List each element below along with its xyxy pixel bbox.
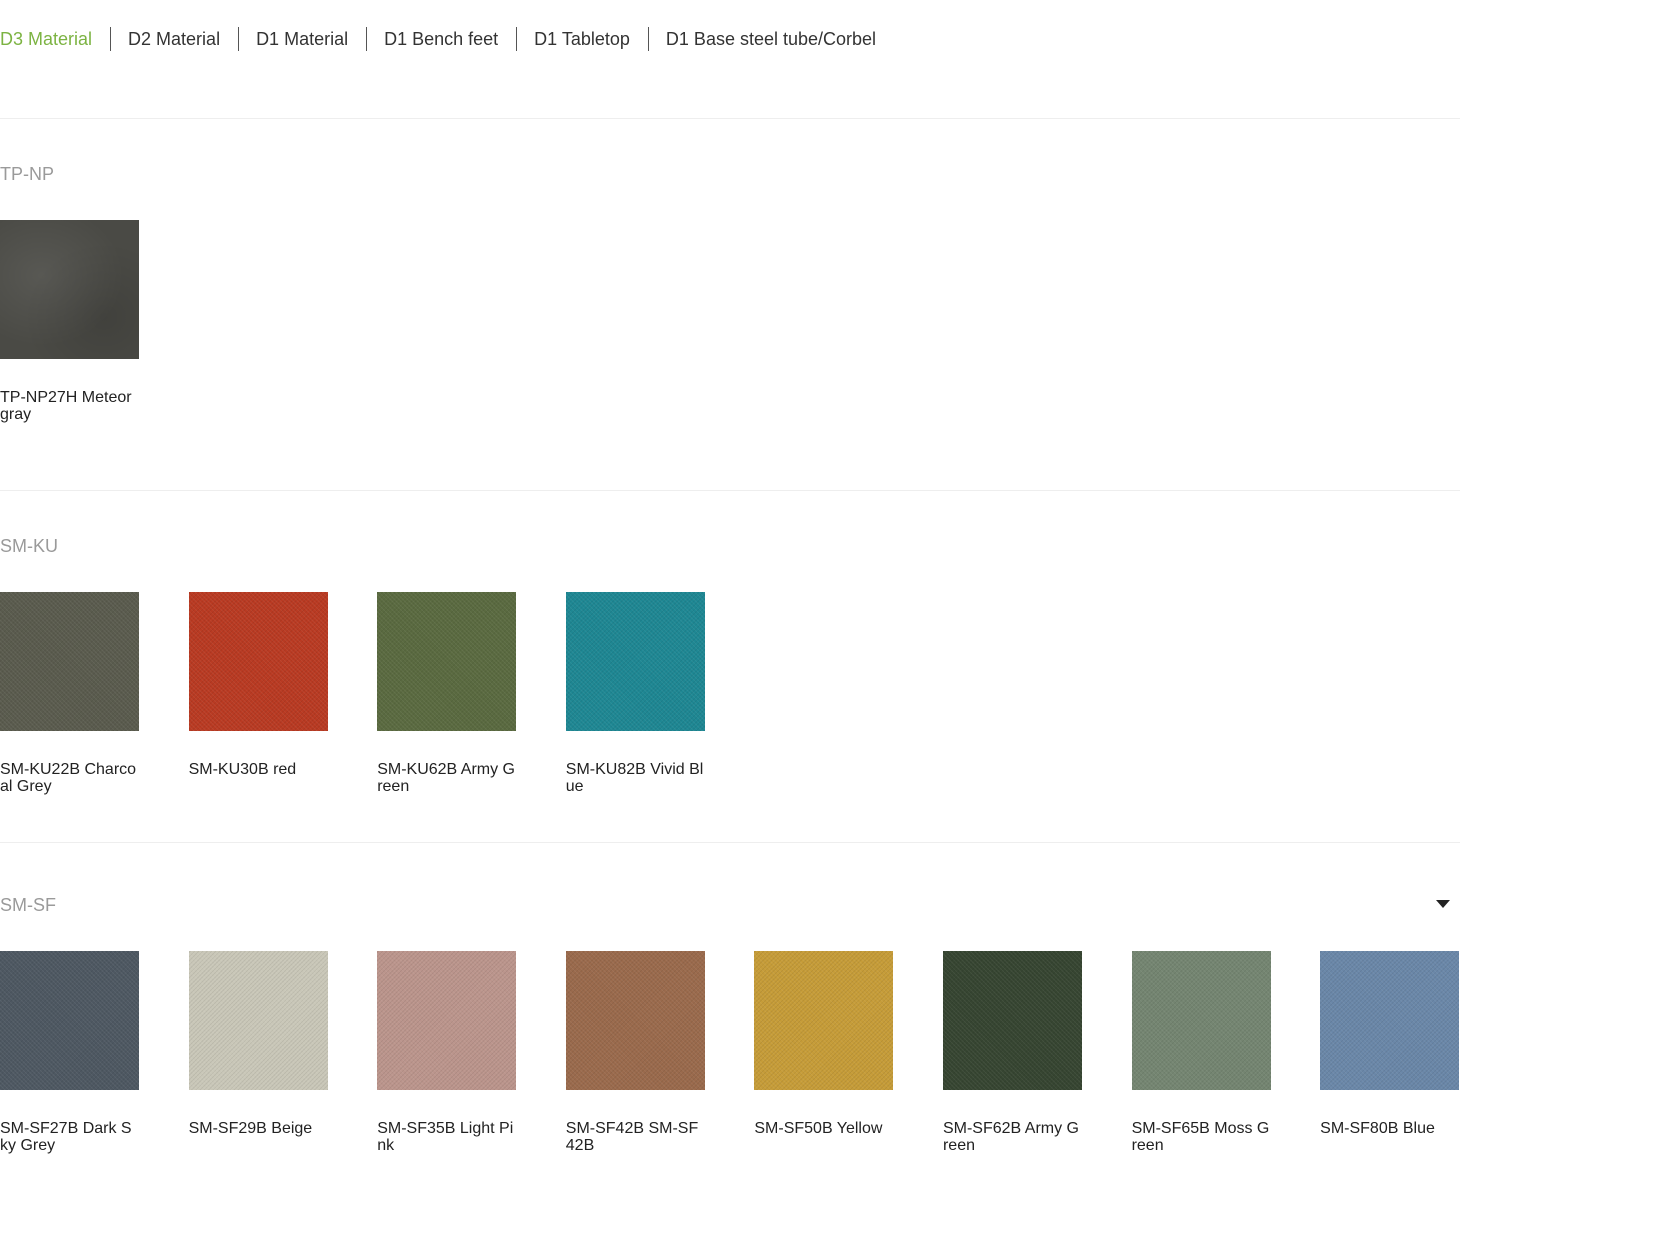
material-tabs: D3 Material D2 Material D1 Material D1 B… (0, 24, 876, 54)
fabric-swatch[interactable] (0, 951, 139, 1090)
swatch-label: SM-SF29B Beige (188, 1120, 313, 1137)
swatch-label: SM-SF42B SM-SF42B (565, 1120, 699, 1154)
swatch-item[interactable]: SM-SF50B Yellow (754, 951, 894, 1154)
swatch-label: SM-SF62B Army Green (942, 1120, 1079, 1154)
swatch-label: SM-KU62B Army Green (377, 761, 515, 795)
swatch-item[interactable]: SM-KU62B Army Green (377, 592, 517, 795)
swatch-label: SM-SF27B Dark Sky Grey (0, 1120, 132, 1154)
swatch-label: SM-KU30B red (188, 761, 297, 778)
tab-d1-base-steel-tube[interactable]: D1 Base steel tube/Corbel (666, 24, 876, 54)
swatch-item[interactable]: SM-SF80B Blue (1320, 951, 1460, 1154)
section-divider (0, 118, 1460, 119)
fabric-swatch[interactable] (942, 951, 1082, 1090)
swatch-item[interactable]: SM-SF29B Beige (188, 951, 328, 1154)
swatch-item[interactable]: SM-SF42B SM-SF42B (565, 951, 705, 1154)
fabric-swatch[interactable] (377, 951, 517, 1090)
section-title: TP-NP (0, 164, 54, 184)
swatch-item[interactable]: SM-KU22B Charcoal Grey (0, 592, 139, 795)
fabric-swatch[interactable] (188, 951, 328, 1090)
tab-d2-material[interactable]: D2 Material (128, 24, 220, 54)
fabric-swatch[interactable] (565, 951, 705, 1090)
swatch-label: SM-KU22B Charcoal Grey (0, 761, 137, 795)
swatch-label: SM-SF80B Blue (1320, 1120, 1435, 1137)
swatch-label: TP-NP27H Meteor gray (0, 389, 132, 423)
tab-separator (366, 27, 368, 51)
fabric-swatch[interactable] (1131, 951, 1271, 1090)
swatch-label: SM-SF65B Moss Green (1131, 1120, 1270, 1154)
fabric-swatch[interactable] (0, 592, 139, 731)
swatch-label: SM-SF35B Light Pink (377, 1120, 514, 1154)
tab-separator (516, 27, 518, 51)
section-title: SM-SF (0, 895, 56, 915)
leather-swatch[interactable] (0, 220, 139, 359)
swatch-label: SM-SF50B Yellow (754, 1120, 883, 1137)
swatch-label: SM-KU82B Vivid Blue (565, 761, 704, 795)
swatch-item[interactable]: SM-SF27B Dark Sky Grey (0, 951, 139, 1154)
section-divider (0, 490, 1460, 491)
fabric-swatch[interactable] (377, 592, 517, 731)
swatch-grid: SM-SF27B Dark Sky Grey SM-SF29B Beige SM… (0, 951, 1460, 1154)
swatch-item[interactable]: SM-KU30B red (188, 592, 328, 795)
section-divider (0, 842, 1460, 843)
swatch-item[interactable]: SM-KU82B Vivid Blue (565, 592, 705, 795)
fabric-swatch[interactable] (188, 592, 328, 731)
tab-separator (110, 27, 112, 51)
tab-d3-material[interactable]: D3 Material (0, 24, 92, 54)
fabric-swatch[interactable] (1320, 951, 1460, 1090)
tab-d1-material[interactable]: D1 Material (256, 24, 348, 54)
fabric-swatch[interactable] (565, 592, 705, 731)
tab-separator (647, 27, 649, 51)
swatch-item[interactable]: TP-NP27H Meteor gray (0, 220, 139, 423)
swatch-item[interactable]: SM-SF62B Army Green (942, 951, 1082, 1154)
swatch-grid: TP-NP27H Meteor gray (0, 220, 189, 423)
section-title: SM-KU (0, 536, 58, 556)
caret-down-icon[interactable] (1436, 900, 1450, 908)
swatch-item[interactable]: SM-SF65B Moss Green (1131, 951, 1271, 1154)
tab-separator (238, 27, 240, 51)
tab-d1-bench-feet[interactable]: D1 Bench feet (384, 24, 498, 54)
tab-d1-tabletop[interactable]: D1 Tabletop (534, 24, 630, 54)
swatch-grid: SM-KU22B Charcoal Grey SM-KU30B red SM-K… (0, 592, 754, 795)
fabric-swatch[interactable] (754, 951, 894, 1090)
swatch-item[interactable]: SM-SF35B Light Pink (377, 951, 517, 1154)
